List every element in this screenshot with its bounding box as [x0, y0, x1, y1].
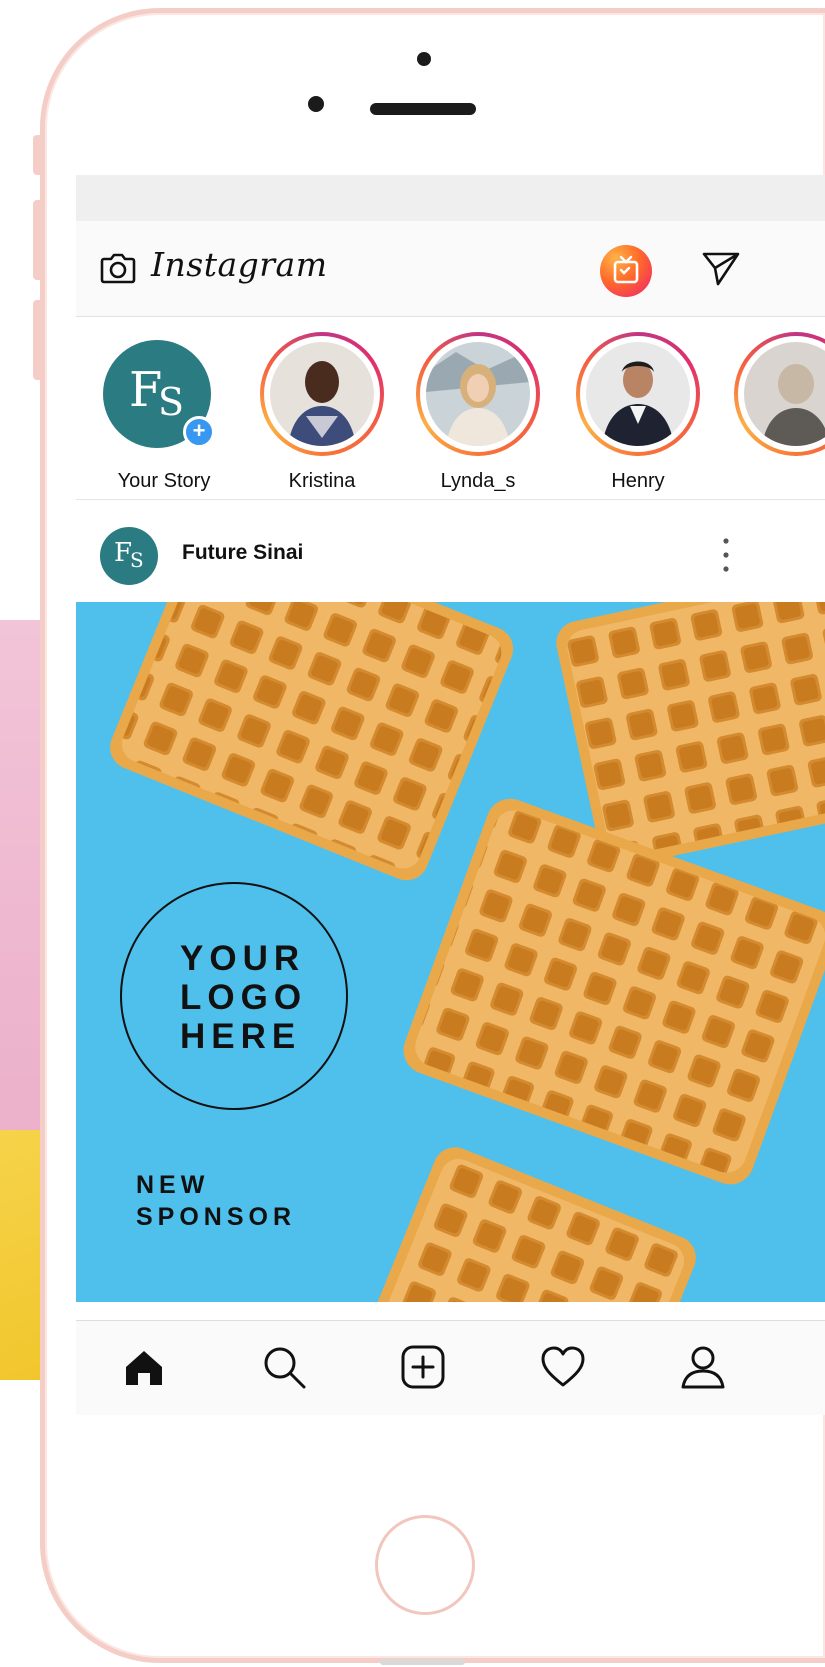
story-label: Lynda_s — [440, 470, 516, 492]
post-header: FS Future Sinai — [76, 501, 825, 601]
story-label: Henry — [611, 470, 665, 492]
sponsor-caption: NEW SPONSOR — [136, 1171, 297, 1231]
bottom-navigation — [76, 1320, 825, 1415]
phone-front-camera — [417, 52, 431, 66]
waffle-center-right — [403, 798, 825, 1185]
new-post-icon[interactable] — [399, 1343, 447, 1391]
story-label: Your Story — [117, 470, 211, 492]
stories-tray: FS + Your Story Kristina Lynda_s Henry — [76, 318, 825, 500]
avatar — [270, 342, 374, 446]
logo-placeholder-text: YOUR LOGO HERE — [180, 939, 308, 1056]
phone-sensor — [308, 96, 324, 112]
status-bar — [76, 175, 825, 221]
app-screen: Instagram FS + Your Story Kristina Lynda… — [76, 175, 825, 1415]
story-ring — [576, 332, 700, 456]
activity-heart-icon[interactable] — [539, 1343, 587, 1391]
phone-bottom-edge — [380, 1659, 465, 1665]
app-header: Instagram — [76, 221, 825, 317]
waffle-top-left — [110, 602, 514, 881]
avatar — [744, 342, 825, 446]
search-icon[interactable] — [260, 1343, 308, 1391]
avatar — [426, 342, 530, 446]
post-image[interactable]: YOUR LOGO HERE NEW SPONSOR — [76, 602, 825, 1302]
avatar — [586, 342, 690, 446]
phone-mute-switch — [33, 135, 41, 175]
phone-volume-down — [33, 300, 41, 380]
profile-icon[interactable] — [679, 1343, 727, 1391]
phone-volume-up — [33, 200, 41, 280]
home-icon[interactable] — [120, 1343, 168, 1391]
add-story-icon[interactable]: + — [183, 416, 215, 448]
story-ring — [734, 332, 825, 456]
phone-home-button[interactable] — [375, 1515, 475, 1615]
story-ring — [416, 332, 540, 456]
camera-icon[interactable] — [98, 248, 138, 288]
story-label: Kristina — [288, 470, 356, 492]
story-ring — [260, 332, 384, 456]
igtv-icon[interactable] — [600, 245, 652, 297]
post-avatar[interactable]: FS — [100, 527, 158, 585]
post-username[interactable]: Future Sinai — [182, 541, 303, 565]
waffle-bottom — [359, 1147, 696, 1302]
direct-message-icon[interactable] — [700, 248, 742, 288]
phone-speaker — [370, 103, 476, 115]
app-title: Instagram — [151, 245, 328, 284]
more-options-icon[interactable] — [716, 533, 736, 577]
